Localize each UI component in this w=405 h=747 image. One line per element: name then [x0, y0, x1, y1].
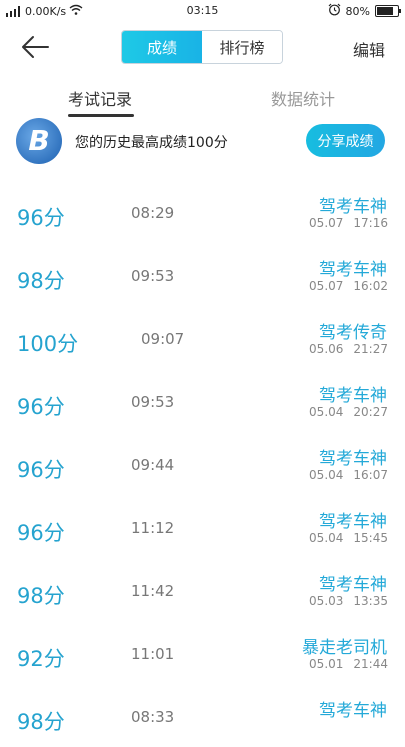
record-row[interactable]: 96分 09:44 驾考车神 05.04 16:07: [0, 432, 405, 495]
record-score: 98分: [17, 584, 65, 608]
record-date: 05.04: [309, 468, 344, 482]
record-score: 96分: [17, 458, 65, 482]
record-date: 05.03: [309, 594, 344, 608]
record-date: 05.01: [309, 657, 344, 671]
segment-scores[interactable]: 成绩: [122, 31, 202, 63]
record-score: 100分: [17, 332, 79, 356]
share-score-button[interactable]: 分享成绩: [306, 124, 385, 157]
battery-percent: 80%: [345, 4, 370, 18]
record-duration: 09:44: [131, 456, 175, 474]
alarm-icon: [328, 3, 341, 19]
record-title: 暴走老司机: [302, 638, 387, 658]
record-time: 16:02: [353, 279, 388, 293]
record-datetime: 05.01 21:44: [309, 657, 388, 671]
segment-control: 成绩 排行榜: [121, 30, 283, 64]
edit-button[interactable]: 编辑: [353, 37, 385, 61]
record-time: 17:16: [353, 216, 388, 230]
record-datetime: 05.03 13:35: [309, 594, 388, 608]
tab-statistics[interactable]: 数据统计: [271, 86, 335, 110]
record-row[interactable]: 96分 08:29 驾考车神 05.07 17:16: [0, 180, 405, 243]
status-bar: 0.00K/s 03:15 80%: [0, 0, 405, 22]
record-title: 驾考车神: [319, 197, 387, 217]
record-duration: 08:29: [131, 204, 175, 222]
record-time: 15:45: [353, 531, 388, 545]
record-row[interactable]: 96分 11:12 驾考车神 05.04 15:45: [0, 495, 405, 558]
record-duration: 11:01: [131, 645, 175, 663]
record-date: 05.07: [309, 279, 344, 293]
record-duration: 11:12: [131, 519, 175, 537]
record-datetime: 05.07 17:16: [309, 216, 388, 230]
avatar[interactable]: B: [16, 118, 62, 164]
best-score-banner: B 您的历史最高成绩100分 分享成绩: [0, 118, 405, 166]
avatar-letter: B: [28, 124, 50, 157]
arrow-left-icon: [22, 36, 49, 58]
record-row[interactable]: 92分 11:01 暴走老司机 05.01 21:44: [0, 621, 405, 684]
record-title: 驾考车神: [319, 575, 387, 595]
record-row[interactable]: 98分 09:53 驾考车神 05.07 16:02: [0, 243, 405, 306]
record-row[interactable]: 100分 09:07 驾考传奇 05.06 21:27: [0, 306, 405, 369]
top-nav: 成绩 排行榜 编辑: [0, 26, 405, 68]
record-date: 05.06: [309, 342, 344, 356]
record-datetime: [378, 720, 388, 734]
back-button[interactable]: [20, 34, 50, 60]
record-score: 98分: [17, 269, 65, 293]
record-duration: 08:33: [131, 708, 175, 726]
record-title: 驾考车神: [319, 386, 387, 406]
record-date: 05.07: [309, 216, 344, 230]
record-datetime: 05.04 15:45: [309, 531, 388, 545]
record-datetime: 05.04 20:27: [309, 405, 388, 419]
tab-bar: 考试记录 数据统计: [0, 80, 405, 118]
record-score: 96分: [17, 206, 65, 230]
record-time: 16:07: [353, 468, 388, 482]
record-time: 13:35: [353, 594, 388, 608]
record-time: 20:27: [353, 405, 388, 419]
record-duration: 09:07: [141, 330, 185, 348]
best-score-text: 您的历史最高成绩100分: [75, 135, 228, 151]
record-row[interactable]: 98分 08:33 驾考车神: [0, 684, 405, 747]
record-duration: 09:53: [131, 267, 175, 285]
record-datetime: 05.07 16:02: [309, 279, 388, 293]
record-row[interactable]: 98分 11:42 驾考车神 05.03 13:35: [0, 558, 405, 621]
record-title: 驾考车神: [319, 449, 387, 469]
tab-exam-records[interactable]: 考试记录: [68, 86, 132, 110]
record-title: 驾考车神: [319, 260, 387, 280]
record-datetime: 05.04 16:07: [309, 468, 388, 482]
segment-ranking[interactable]: 排行榜: [202, 31, 282, 63]
battery-icon: [375, 5, 401, 17]
record-duration: 11:42: [131, 582, 175, 600]
record-score: 98分: [17, 710, 65, 734]
tab-indicator: [68, 114, 134, 117]
record-row[interactable]: 96分 09:53 驾考车神 05.04 20:27: [0, 369, 405, 432]
record-time: 21:27: [353, 342, 388, 356]
record-date: 05.04: [309, 531, 344, 545]
record-time: 21:44: [353, 657, 388, 671]
record-date: 05.04: [309, 405, 344, 419]
record-score: 96分: [17, 395, 65, 419]
record-datetime: 05.06 21:27: [309, 342, 388, 356]
record-title: 驾考车神: [319, 512, 387, 532]
record-score: 96分: [17, 521, 65, 545]
record-title: 驾考传奇: [319, 323, 387, 343]
status-right: 80%: [328, 3, 401, 19]
record-score: 92分: [17, 647, 65, 671]
record-duration: 09:53: [131, 393, 175, 411]
record-title: 驾考车神: [319, 701, 387, 721]
